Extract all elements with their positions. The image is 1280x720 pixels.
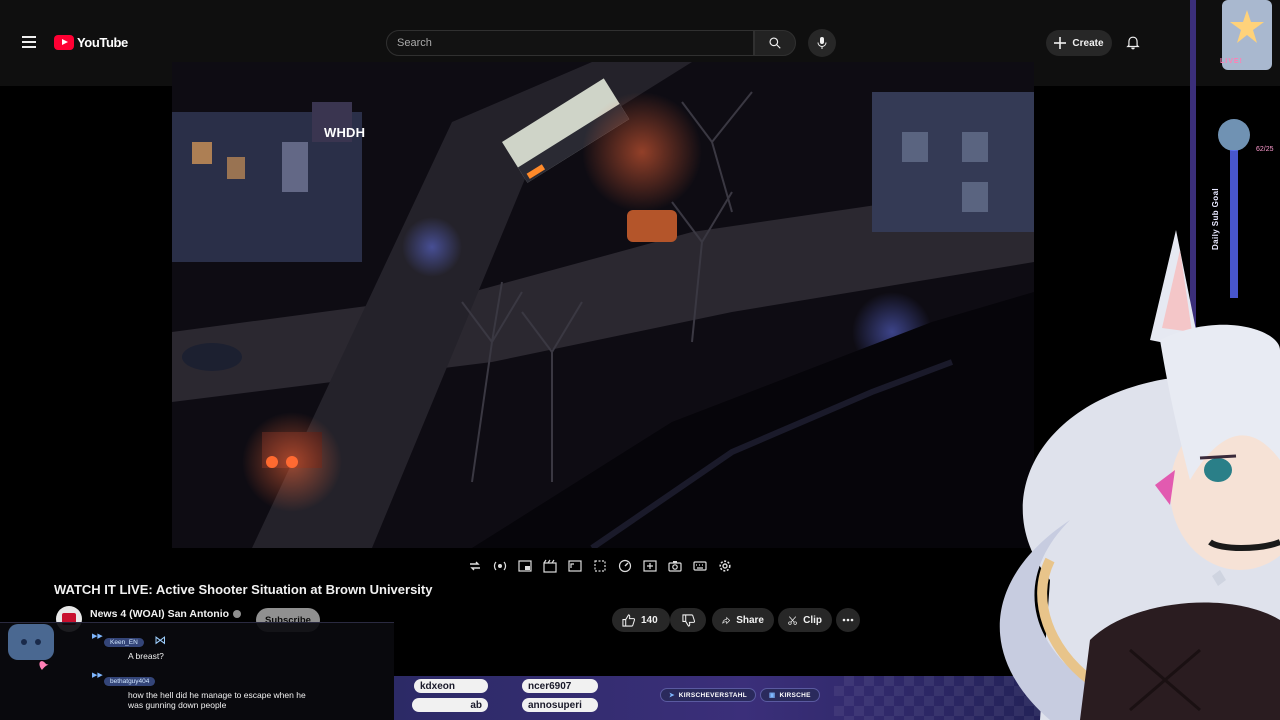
vtuber-avatar [999, 230, 1280, 720]
chat-text: how the hell did he manage to escape whe… [128, 690, 306, 710]
speedometer-icon [618, 559, 632, 573]
chat-mascot-icon [8, 624, 54, 670]
more-actions-button[interactable] [836, 608, 860, 632]
broadcast-watermark: WHDH [324, 125, 366, 140]
add-box-icon [643, 560, 657, 572]
notifications-button[interactable] [1122, 32, 1144, 54]
live-audio-button[interactable] [491, 557, 509, 575]
ticker-name: kdxeon [414, 679, 488, 693]
verified-badge-icon [233, 610, 242, 618]
share-arrow-icon [722, 616, 731, 624]
clip-button[interactable]: Clip [778, 608, 832, 632]
crop-button[interactable] [591, 557, 609, 575]
clapperboard-icon [543, 559, 557, 573]
chat-username: Keen_EN [104, 638, 144, 647]
crop-icon [594, 560, 606, 572]
aspect-ratio-icon [568, 560, 582, 572]
twitter-handle-text: KIRSCHEVERSTAHL [678, 691, 748, 699]
loop-button[interactable] [466, 557, 484, 575]
bow-icon: ⋈ [154, 633, 167, 647]
chat-bubble-icon: ▣ [769, 692, 776, 699]
search-icon [769, 37, 781, 49]
chat-arrow-icon: ▶▶ [92, 672, 103, 679]
chat-text: A breast? [128, 651, 164, 661]
loop-icon [470, 561, 480, 571]
plus-icon [1054, 37, 1067, 49]
channel-name[interactable]: News 4 (WOAI) San Antonio [90, 608, 242, 620]
youtube-play-icon [54, 35, 74, 50]
create-button[interactable]: Create [1046, 30, 1112, 56]
thumbs-down-icon [681, 613, 695, 627]
bird-icon: ➤ [669, 692, 675, 699]
voice-search-button[interactable] [808, 29, 836, 57]
youtube-logo[interactable]: YouTube [54, 35, 128, 50]
discord-handle: ▣ KIRSCHE [760, 688, 820, 702]
screenshot-button[interactable] [666, 557, 684, 575]
theater-button[interactable] [541, 557, 559, 575]
more-dots-icon [842, 618, 854, 622]
like-count: 140 [641, 614, 658, 626]
video-title: WATCH IT LIVE: Active Shooter Situation … [54, 582, 433, 597]
chat-message: ▶▶ Keen_EN ⋈ A breast? [92, 631, 166, 661]
aspect-ratio-button[interactable] [566, 557, 584, 575]
channel-name-text: News 4 (WOAI) San Antonio [90, 608, 230, 620]
speed-button[interactable] [616, 557, 634, 575]
clip-label: Clip [803, 614, 822, 626]
gear-icon [719, 560, 731, 572]
like-button[interactable]: 140 [612, 608, 670, 632]
search-input[interactable] [397, 37, 753, 49]
chat-message: ▶▶ bethatguy404 how the hell did he mana… [92, 670, 318, 710]
logo-text: YouTube [77, 35, 128, 50]
broadcast-icon [493, 561, 507, 571]
thumbs-up-icon [622, 613, 635, 627]
search-box[interactable] [386, 30, 754, 56]
live-label: LIVE! [1220, 58, 1243, 65]
bell-icon [1126, 36, 1140, 50]
sub-goal-count: 62/25 [1256, 146, 1274, 153]
ticker-name: ab [412, 698, 488, 712]
microphone-icon [817, 37, 827, 49]
ticker-name: ncer6907 [522, 679, 598, 693]
scissors-icon [788, 615, 797, 625]
guide-menu-button[interactable] [18, 33, 40, 53]
settings-button[interactable] [716, 557, 734, 575]
camera-icon [668, 561, 682, 572]
add-to-playlist-button[interactable] [641, 557, 659, 575]
search-button[interactable] [754, 30, 796, 56]
keyboard-shortcuts-button[interactable] [691, 557, 709, 575]
dislike-button[interactable] [670, 608, 706, 632]
player-toolbar [466, 555, 734, 577]
ticker-name: annosuperi [522, 698, 598, 712]
share-button[interactable]: Share [712, 608, 774, 632]
miniplayer-icon [518, 560, 532, 572]
keyboard-icon [693, 561, 707, 571]
miniplayer-button[interactable] [516, 557, 534, 575]
create-label: Create [1072, 37, 1104, 49]
chat-arrow-icon: ▶▶ [92, 633, 103, 640]
discord-handle-text: KIRSCHE [779, 691, 811, 699]
twitter-handle: ➤ KIRSCHEVERSTAHL [660, 688, 757, 702]
share-label: Share [736, 614, 764, 626]
chat-username: bethatguy404 [104, 677, 156, 686]
